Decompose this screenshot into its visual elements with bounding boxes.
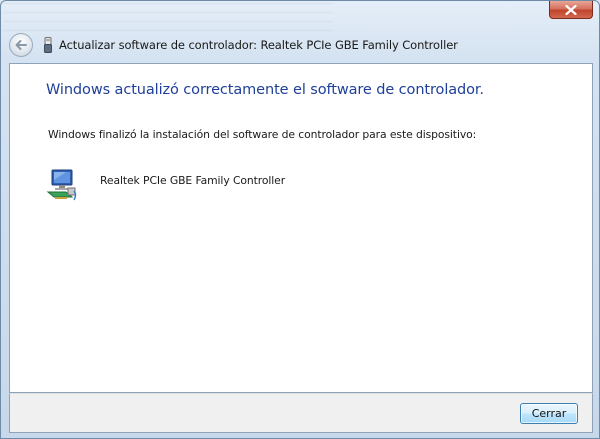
network-adapter-icon — [46, 169, 77, 201]
window-close-button[interactable] — [549, 1, 593, 19]
success-heading: Windows actualizó correctamente el softw… — [46, 82, 484, 98]
close-button[interactable]: Cerrar — [520, 403, 578, 424]
back-arrow-icon — [15, 40, 27, 50]
dialog-window: Actualizar software de controlador: Real… — [0, 0, 600, 439]
window-title: Actualizar software de controlador: Real… — [59, 38, 458, 52]
back-button[interactable] — [9, 33, 33, 57]
glass-background — [3, 3, 333, 31]
close-x-icon — [565, 4, 577, 15]
device-item: Realtek PCIe GBE Family Controller — [46, 168, 285, 202]
usb-device-icon — [43, 36, 53, 54]
content-panel: Windows actualizó correctamente el softw… — [9, 63, 593, 393]
install-description: Windows finalizó la instalación del soft… — [48, 128, 477, 141]
dialog-footer: Cerrar — [9, 393, 593, 433]
device-name: Realtek PCIe GBE Family Controller — [100, 174, 286, 187]
navigation-bar: Actualizar software de controlador: Real… — [9, 31, 593, 59]
